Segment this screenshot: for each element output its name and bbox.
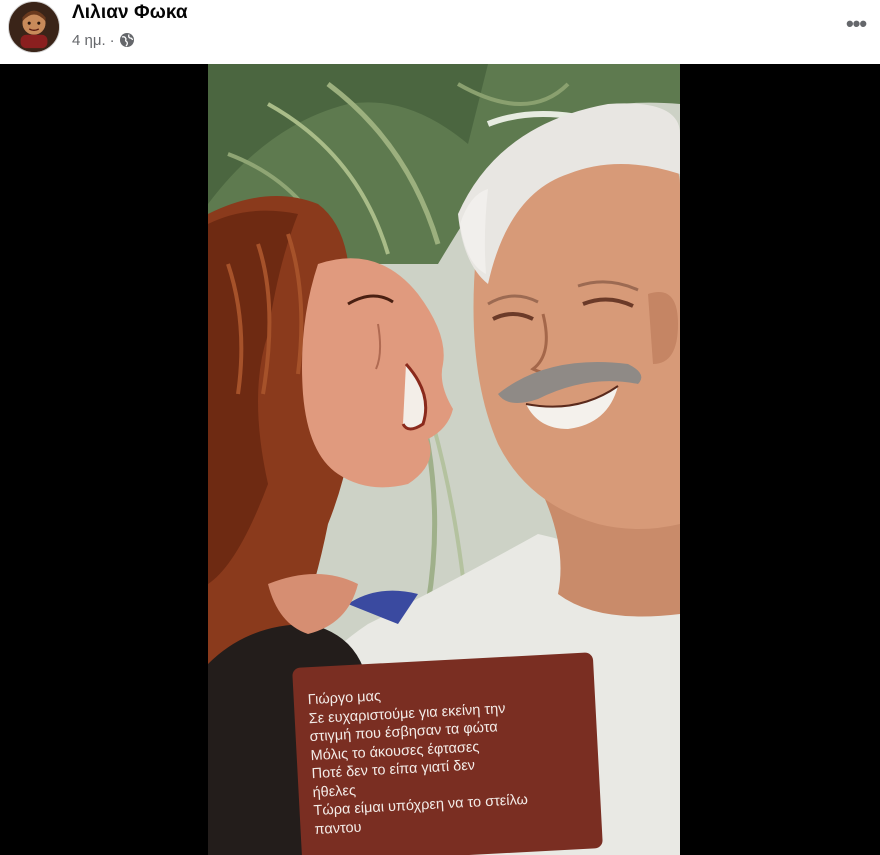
post-header: Λιλιαν Φωκα 4 ημ. · •••: [0, 0, 880, 64]
caption-overlay: Γιώργο μας Σε ευχαριστούμε για εκείνη τη…: [292, 652, 603, 855]
more-horizontal-icon: •••: [845, 11, 867, 36]
post-timestamp[interactable]: 4 ημ.: [72, 32, 106, 49]
meta-separator: ·: [109, 31, 115, 49]
avatar[interactable]: [8, 1, 60, 53]
post-meta: 4 ημ. ·: [72, 30, 135, 50]
globe-icon[interactable]: [119, 32, 135, 48]
author-name[interactable]: Λιλιαν Φωκα: [72, 2, 188, 24]
more-options-button[interactable]: •••: [840, 8, 872, 40]
post-media[interactable]: Γιώργο μας Σε ευχαριστούμε για εκείνη τη…: [0, 64, 880, 855]
